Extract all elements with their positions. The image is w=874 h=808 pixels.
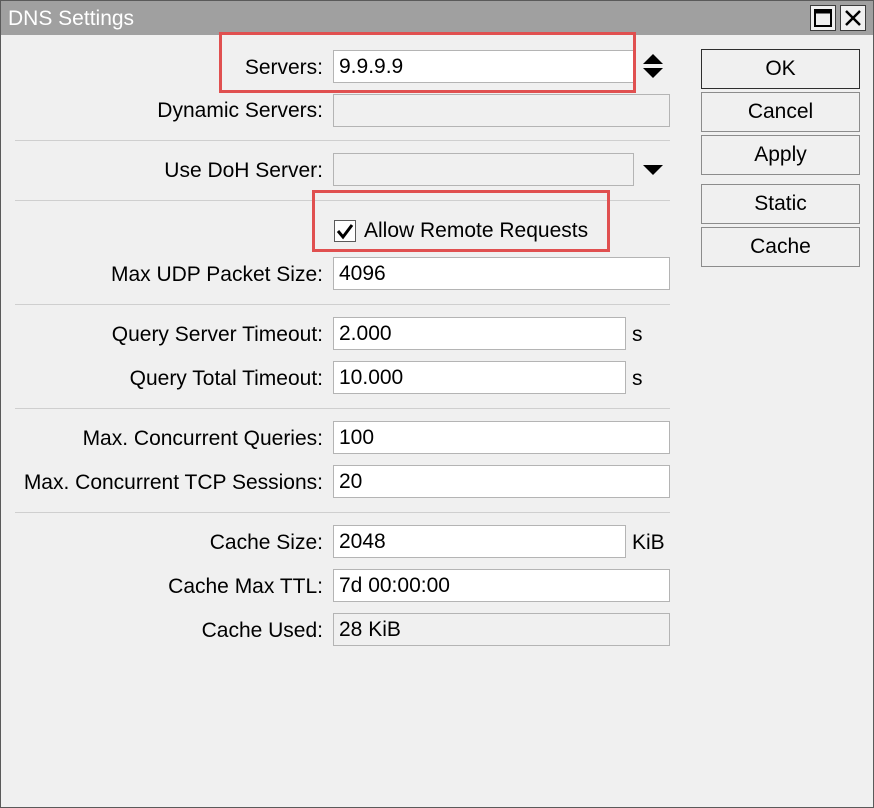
cache-button[interactable]: Cache bbox=[701, 227, 860, 267]
maximize-button[interactable] bbox=[810, 5, 836, 31]
cache-size-unit: KiB bbox=[632, 531, 665, 554]
max-concurrent-queries-input[interactable]: 100 bbox=[333, 421, 670, 454]
dynamic-servers-label: Dynamic Servers: bbox=[157, 99, 323, 122]
query-server-timeout-input[interactable]: 2.000 bbox=[333, 317, 626, 350]
allow-remote-requests-checkbox[interactable] bbox=[334, 220, 356, 242]
separator bbox=[15, 408, 670, 409]
separator bbox=[15, 200, 670, 201]
dynamic-servers-field bbox=[333, 94, 670, 127]
cache-max-ttl-label: Cache Max TTL: bbox=[168, 575, 323, 598]
window-title: DNS Settings bbox=[8, 7, 135, 30]
dns-settings-window: DNS Settings Servers: 9.9.9.9 Dynamic Se… bbox=[0, 0, 874, 808]
max-concurrent-tcp-sessions-label: Max. Concurrent TCP Sessions: bbox=[23, 471, 323, 494]
max-concurrent-queries-label: Max. Concurrent Queries: bbox=[82, 427, 323, 450]
close-button[interactable] bbox=[840, 5, 866, 31]
query-server-timeout-unit: s bbox=[632, 323, 643, 346]
separator bbox=[15, 512, 670, 513]
cache-size-label: Cache Size: bbox=[209, 531, 323, 554]
up-down-arrows-icon bbox=[641, 54, 665, 83]
servers-input[interactable]: 9.9.9.9 bbox=[333, 50, 634, 83]
max-udp-packet-size-label: Max UDP Packet Size: bbox=[110, 263, 323, 286]
cache-size-input[interactable]: 2048 bbox=[333, 525, 626, 558]
ok-button[interactable]: OK bbox=[701, 49, 860, 89]
doh-dropdown-toggle[interactable] bbox=[641, 161, 665, 177]
servers-spinner[interactable] bbox=[641, 53, 665, 79]
max-udp-packet-size-input[interactable]: 4096 bbox=[333, 257, 670, 290]
apply-button[interactable]: Apply bbox=[701, 135, 860, 175]
cache-used-label: Cache Used: bbox=[201, 619, 323, 642]
query-total-timeout-unit: s bbox=[632, 367, 643, 390]
cancel-button[interactable]: Cancel bbox=[701, 92, 860, 132]
query-total-timeout-input[interactable]: 10.000 bbox=[333, 361, 626, 394]
query-server-timeout-label: Query Server Timeout: bbox=[111, 323, 323, 346]
query-total-timeout-label: Query Total Timeout: bbox=[129, 367, 323, 390]
cache-max-ttl-input[interactable]: 7d 00:00:00 bbox=[333, 569, 670, 602]
chevron-down-icon bbox=[641, 164, 665, 181]
max-concurrent-tcp-sessions-input[interactable]: 20 bbox=[333, 465, 670, 498]
allow-remote-requests-label[interactable]: Allow Remote Requests bbox=[364, 218, 588, 244]
servers-label: Servers: bbox=[244, 56, 323, 79]
separator bbox=[15, 140, 670, 141]
use-doh-server-select[interactable] bbox=[333, 153, 634, 186]
use-doh-server-label: Use DoH Server: bbox=[164, 159, 323, 182]
title-bar[interactable]: DNS Settings bbox=[1, 1, 873, 35]
separator bbox=[15, 304, 670, 305]
static-button[interactable]: Static bbox=[701, 184, 860, 224]
cache-used-field: 28 KiB bbox=[333, 613, 670, 646]
